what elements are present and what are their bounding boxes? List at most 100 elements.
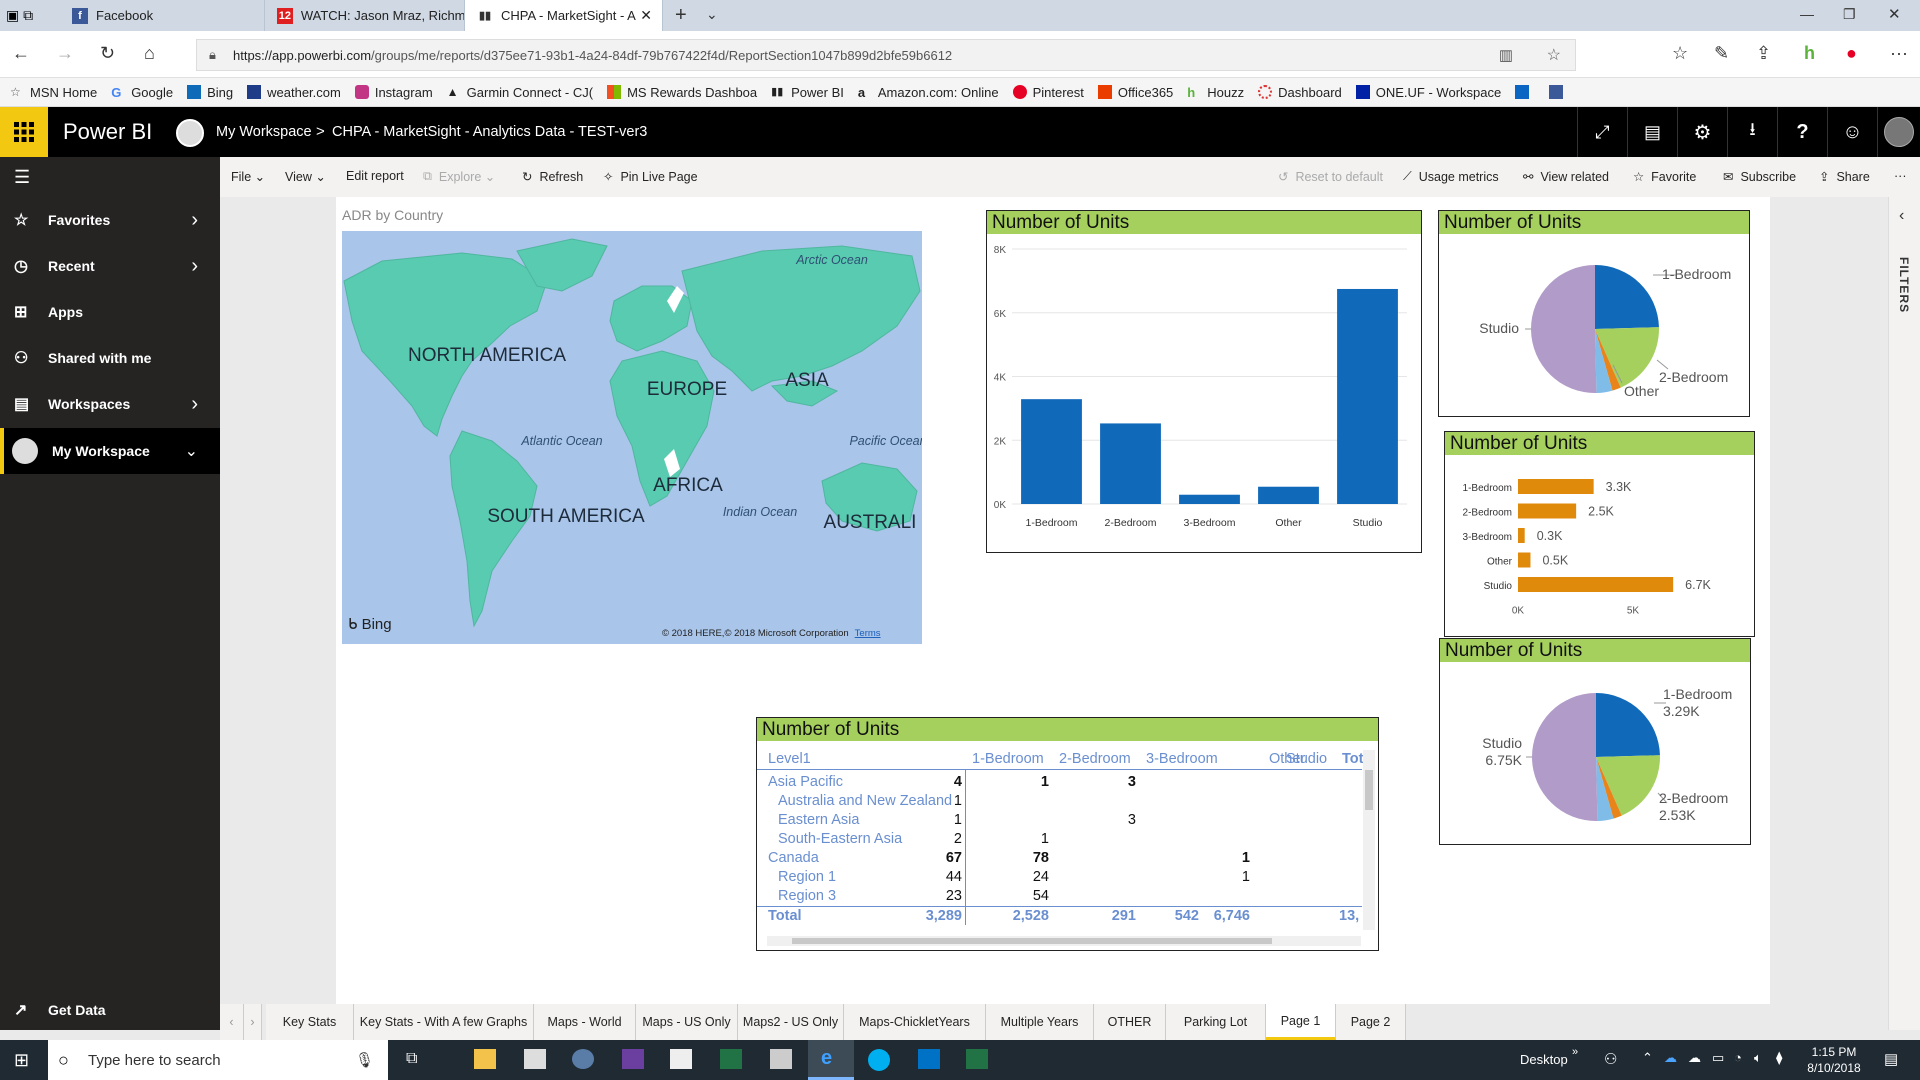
outlook-icon[interactable]	[918, 1049, 940, 1069]
more-options-button[interactable]: ···	[1894, 169, 1907, 183]
new-tab-icon[interactable]: +	[675, 4, 687, 27]
refresh-icon[interactable]: ↻	[100, 43, 115, 64]
home-icon[interactable]: ⌂	[144, 43, 155, 64]
pie-slice[interactable]	[1596, 693, 1660, 757]
pie-chart-visual-2[interactable]: Number of Units 1-Bedroom 3.29K 2-Bedroom 2…	[1439, 638, 1751, 845]
profile-avatar[interactable]	[1877, 107, 1920, 157]
url-field[interactable]: 🔒︎ https://app.powerbi.com/groups/me/rep…	[196, 39, 1576, 71]
comment-icon[interactable]: ▤	[1627, 107, 1677, 157]
pie-slice[interactable]	[1532, 693, 1598, 821]
chevron-left-icon[interactable]: ‹	[1899, 207, 1904, 225]
close-window-icon[interactable]: ✕	[1888, 5, 1901, 23]
bar[interactable]	[1100, 423, 1161, 504]
project-chart-icon[interactable]	[720, 1049, 742, 1069]
filters-pane[interactable]: ‹ FILTERS	[1888, 197, 1920, 1030]
file-explorer-icon[interactable]	[474, 1049, 496, 1069]
bar[interactable]	[1518, 528, 1525, 543]
fav-dashboard[interactable]: Dashboard	[1258, 85, 1342, 100]
view-menu[interactable]: View ⌄	[285, 169, 326, 185]
pin-live-page-button[interactable]: ✧ Pin Live Page	[603, 169, 698, 185]
fav-facebook[interactable]	[1549, 85, 1569, 99]
browser-tab-watch[interactable]: 12 WATCH: Jason Mraz, Richmo	[265, 0, 465, 31]
page-tab[interactable]: OTHER	[1094, 1004, 1166, 1040]
desktop-chevron-icon[interactable]: »	[1572, 1046, 1578, 1058]
forward-icon[interactable]: →	[56, 43, 74, 64]
pie-chart-visual-1[interactable]: Number of Units 1-Bedroom 2-Bedroom Other S…	[1438, 210, 1750, 417]
pie-chart-1[interactable]: 1-Bedroom 2-BedroomOther Studio	[1439, 235, 1748, 415]
file-menu[interactable]: File ⌄	[231, 169, 265, 185]
fav-pinterest[interactable]: Pinterest	[1012, 85, 1084, 100]
page-tab[interactable]: Maps - World	[534, 1004, 636, 1040]
nav-shared[interactable]: ⚇ Shared with me	[0, 335, 220, 381]
cloud-icon[interactable]: ☁	[1688, 1050, 1701, 1066]
nav-favorites[interactable]: ☆ Favorites ›	[0, 197, 220, 243]
fav-bing[interactable]: Bing	[187, 85, 233, 100]
bar[interactable]	[1179, 494, 1240, 504]
hbar-chart-visual[interactable]: Number of Units 1-Bedroom 3.3K 2-Bedroom 2.…	[1444, 431, 1755, 637]
mail-icon[interactable]	[670, 1049, 692, 1069]
minimize-icon[interactable]: —	[1800, 6, 1814, 22]
fav-office365[interactable]: Office365	[1097, 85, 1173, 100]
map-visual[interactable]: ADR by Country NORTH AMERICA SOUTH AMERI…	[342, 207, 922, 647]
nav-apps[interactable]: ⊞ Apps	[0, 289, 220, 335]
nav-recent[interactable]: ◷ Recent ›	[0, 243, 220, 289]
app-icon-purple[interactable]	[622, 1049, 644, 1069]
pen-icon[interactable]: ✎	[1714, 43, 1729, 64]
browser-tab-facebook[interactable]: f Facebook	[60, 0, 265, 31]
fav-google[interactable]: G Google	[111, 85, 173, 101]
subscribe-button[interactable]: ✉ Subscribe	[1723, 169, 1796, 185]
pie-slice[interactable]	[1531, 265, 1597, 393]
page-tab[interactable]: Multiple Years	[986, 1004, 1094, 1040]
tab-list-icon[interactable]: ⌄	[706, 6, 718, 23]
nav-get-data[interactable]: ↗ Get Data	[0, 995, 220, 1025]
page-tab[interactable]: Page 2	[1336, 1004, 1406, 1040]
browser-tab-powerbi[interactable]: ▮▮ CHPA - MarketSight - A ✕	[465, 0, 663, 31]
task-view-icon[interactable]: ⧉	[406, 1050, 417, 1068]
tab-scroll-left-icon[interactable]: ‹	[220, 1004, 244, 1040]
fav-weather[interactable]: weather.com	[247, 85, 341, 100]
matrix-header-studio[interactable]: Studio	[1286, 751, 1327, 767]
world-map[interactable]: NORTH AMERICA SOUTH AMERICA EUROPE AFRIC…	[342, 231, 922, 644]
bar-chart-visual[interactable]: Number of Units 0K 2K 4K 6K 8K 1-Bedroom 2-Bed…	[986, 210, 1422, 553]
edit-report-button[interactable]: Edit report	[346, 169, 404, 183]
fav-garmin[interactable]: ▲ Garmin Connect - CJ(	[447, 85, 593, 100]
page-tab[interactable]: Key Stats - With A few Graphs	[354, 1004, 534, 1040]
matrix-row-label[interactable]: Australia and New Zealand	[778, 793, 952, 809]
help-icon[interactable]: ?	[1777, 107, 1827, 157]
bar[interactable]	[1021, 399, 1082, 504]
nav-my-workspace[interactable]: My Workspace ⌄	[0, 428, 220, 474]
tray-expand-icon[interactable]: ⌃	[1642, 1050, 1653, 1066]
matrix-visual[interactable]: Number of Units Level1 1-Bedroom 2-Bedro…	[756, 717, 1379, 951]
page-tab[interactable]: Page 1	[1266, 1004, 1336, 1040]
favorites-hub-icon[interactable]: ☆	[1672, 43, 1688, 64]
fullscreen-icon[interactable]: ⤢	[1577, 107, 1627, 157]
app-title[interactable]: Power BI	[63, 119, 152, 145]
reading-view-icon[interactable]: ▥	[1499, 46, 1513, 64]
nav-workspaces[interactable]: ▤ Workspaces ›	[0, 381, 220, 427]
fav-instagram[interactable]: Instagram	[354, 85, 433, 100]
horizontal-scrollbar[interactable]	[767, 936, 1361, 946]
explore-menu[interactable]: ⧉ Explore ⌄	[423, 169, 495, 184]
page-tab[interactable]: Maps-ChickletYears	[844, 1004, 986, 1040]
bar[interactable]	[1337, 288, 1398, 504]
bar[interactable]	[1518, 479, 1594, 494]
bar[interactable]	[1518, 552, 1531, 568]
store-icon[interactable]	[524, 1049, 546, 1069]
fav-msn[interactable]: ☆ MSN Home	[10, 85, 97, 100]
fav-powerbi[interactable]: ▮▮ Power BI	[771, 85, 844, 100]
page-tab[interactable]: Key Stats	[266, 1004, 354, 1040]
app-icon-bird[interactable]	[572, 1049, 594, 1069]
houzz-ext-icon[interactable]: h	[1804, 43, 1815, 64]
wifi-icon[interactable]: ◔	[1734, 1050, 1742, 1065]
settings-icon[interactable]: ⚙	[1677, 107, 1727, 157]
taskbar-search-box[interactable]: ○ Type here to search 🎙︎	[48, 1040, 388, 1080]
fav-linkedin[interactable]	[1515, 85, 1535, 99]
page-tab[interactable]: Maps2 - US Only	[738, 1004, 844, 1040]
scrollbar-thumb[interactable]	[1365, 770, 1373, 810]
share-button[interactable]: ⇪ Share	[1819, 169, 1870, 185]
fav-msrewards[interactable]: MS Rewards Dashboa	[607, 85, 757, 100]
excel-icon[interactable]	[966, 1049, 988, 1069]
windows-start-icon[interactable]: ⊞	[14, 1050, 29, 1071]
edge-taskbar-button[interactable]: e	[808, 1040, 854, 1080]
fav-oneuf[interactable]: ONE.UF - Workspace	[1355, 85, 1501, 100]
